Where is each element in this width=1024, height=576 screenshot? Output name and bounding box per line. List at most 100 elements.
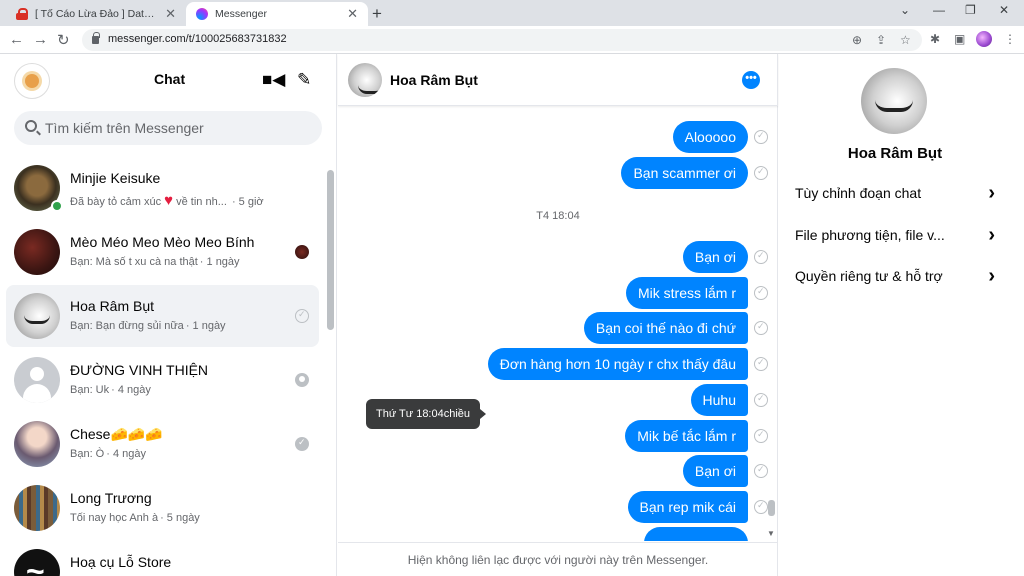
scroll-thumb[interactable]: [327, 170, 334, 330]
search-placeholder: Tìm kiếm trên Messenger: [45, 120, 204, 136]
menu-item-label: File phương tiện, file v...: [795, 227, 945, 243]
browser-toolbar: ← → ↻ messenger.com/t/100025683731832 ⊕ …: [0, 26, 1024, 54]
more-options-icon[interactable]: •••: [742, 71, 760, 89]
tab-title: Messenger: [215, 8, 267, 20]
message-bubble-partial: [644, 527, 748, 541]
conversation-preview: Tối nay học Anh à · 5 ngày: [70, 512, 200, 524]
new-tab-icon[interactable]: +: [372, 4, 382, 24]
close-tab-icon[interactable]: ✕: [165, 6, 176, 22]
conversation-preview: Bạn: Ò · 4 ngày: [70, 448, 146, 460]
search-input[interactable]: Tìm kiếm trên Messenger: [14, 111, 322, 145]
avatar: [14, 421, 60, 467]
conversation-meo[interactable]: Mèo Méo Meo Mèo Meo Bính Bạn: Mà số t xu…: [6, 221, 319, 283]
conversation-name: Chese🧀🧀🧀: [70, 426, 163, 442]
zoom-icon[interactable]: ⊕: [852, 33, 862, 47]
profile-avatar[interactable]: [861, 68, 927, 134]
customize-chat-item[interactable]: Tùy chỉnh đoạn chat ›: [795, 178, 995, 208]
conversation-name: Mèo Méo Meo Mèo Meo Bính: [70, 234, 255, 250]
url-text[interactable]: messenger.com/t/100025683731832: [108, 33, 287, 45]
online-status-dot: [51, 200, 63, 212]
address-bar[interactable]: messenger.com/t/100025683731832 ⊕ ⇪ ☆: [82, 29, 922, 51]
avatar: [14, 485, 60, 531]
avatar: [14, 229, 60, 275]
minimize-icon[interactable]: —: [933, 3, 945, 17]
tab-messenger[interactable]: Messenger ✕: [186, 2, 368, 26]
delivered-check-icon: [295, 437, 309, 451]
profile-name: Hoa Râm Bụt: [847, 145, 943, 162]
message-bubble[interactable]: Mik bế tắc lắm r: [625, 420, 748, 452]
conversation-long[interactable]: Long Trương Tối nay học Anh à · 5 ngày: [6, 477, 319, 539]
conversation-panel: Hoa Râm Bụt ••• Alooooo Bạn scammer ơi T…: [338, 54, 778, 576]
privacy-support-item[interactable]: Quyền riêng tư & hỗ trợ ›: [795, 261, 995, 291]
bookmark-star-icon[interactable]: ☆: [900, 33, 911, 47]
unavailable-notice: Hiện không liên lạc được với người này t…: [338, 542, 778, 576]
search-icon: [25, 120, 37, 132]
conversation-name: Hoa Râm Bụt: [70, 298, 155, 314]
conversation-name: Long Trương: [70, 490, 152, 506]
conversation-hoacu[interactable]: Hoạ cụ Lỗ Store: [6, 541, 319, 576]
video-call-icon[interactable]: ■◀: [262, 70, 285, 90]
details-panel: Hoa Râm Bụt Tùy chỉnh đoạn chat › File p…: [779, 54, 1024, 576]
chevron-right-icon: ›: [988, 223, 995, 246]
chat-list-sidebar: Chat ■◀ ✎ Tìm kiếm trên Messenger Minjie…: [0, 54, 337, 576]
compose-icon[interactable]: ✎: [297, 70, 311, 90]
message-bubble[interactable]: Bạn ơi: [682, 455, 748, 487]
message-bubble[interactable]: Đơn hàng hơn 10 ngày r chx thấy đâu: [487, 348, 748, 380]
side-panel-icon[interactable]: ▣: [954, 32, 965, 46]
chevron-right-icon: ›: [988, 181, 995, 204]
conversation-preview: Bạn: Bạn đừng sủi nữa · 1 ngày: [70, 320, 226, 332]
conversation-preview: Bạn: Mà số t xu cà na thật · 1 ngày: [70, 256, 240, 268]
heart-reaction-icon: ♥: [164, 192, 174, 209]
chevron-right-icon: ›: [988, 264, 995, 287]
seen-user-icon: [295, 373, 309, 387]
profile-avatar[interactable]: [976, 31, 992, 47]
timestamp-tooltip: Thứ Tư 18:04chiều: [366, 399, 487, 429]
message-bubble[interactable]: Bạn scammer ơi: [621, 157, 748, 189]
forward-icon[interactable]: →: [33, 31, 48, 48]
tab-scam-report[interactable]: [ Tố Cáo Lừa Đảo ] Data hệ thống ✕: [6, 2, 186, 26]
restore-icon[interactable]: ❐: [965, 3, 976, 17]
close-tab-icon[interactable]: ✕: [347, 6, 358, 22]
browser-menu-icon[interactable]: ⋮: [1004, 32, 1016, 46]
message-bubble[interactable]: Bạn coi thế nào đi chứ: [583, 312, 748, 344]
message-scrollbar[interactable]: ▼: [766, 107, 776, 541]
conversation-minjie[interactable]: Minjie Keisuke Đã bày tỏ cảm xúc ♥ về ti…: [6, 157, 319, 219]
sidebar-scrollbar[interactable]: [326, 156, 335, 576]
sidebar-title: Chat: [154, 71, 186, 87]
menu-item-label: Tùy chỉnh đoạn chat: [795, 185, 922, 201]
message-bubble[interactable]: Alooooo: [672, 121, 748, 153]
contact-name[interactable]: Hoa Râm Bụt: [390, 72, 478, 88]
lock-favicon-icon: [16, 8, 28, 20]
back-icon[interactable]: ←: [9, 31, 24, 48]
message-bubble[interactable]: Huhu: [690, 384, 748, 416]
reload-icon[interactable]: ↻: [57, 31, 70, 49]
media-files-item[interactable]: File phương tiện, file v... ›: [795, 220, 995, 250]
message-bubble[interactable]: Mik stress lắm r: [626, 277, 748, 309]
avatar: [14, 549, 60, 576]
tab-title: [ Tố Cáo Lừa Đảo ] Data hệ thống: [35, 8, 159, 20]
conversation-header: Hoa Râm Bụt •••: [338, 54, 778, 106]
message-bubble[interactable]: Bạn ơi: [682, 241, 748, 273]
scroll-down-icon[interactable]: ▼: [767, 529, 775, 538]
default-avatar-icon: [14, 357, 60, 403]
sun-logo-icon: [25, 74, 39, 88]
close-window-icon[interactable]: ✕: [999, 3, 1009, 17]
browser-tab-bar: [ Tố Cáo Lừa Đảo ] Data hệ thống ✕ Messe…: [0, 0, 1024, 26]
conversation-preview: Đã bày tỏ cảm xúc ♥ về tin nh... · 5 giờ: [70, 192, 264, 209]
conversation-duong[interactable]: ĐƯỜNG VINH THIỆN Bạn: Uk · 4 ngày: [6, 349, 319, 411]
timestamp: T4 18:04: [536, 210, 580, 222]
extensions-icon[interactable]: ✱: [930, 32, 940, 46]
conversation-chese[interactable]: Chese🧀🧀🧀 Bạn: Ò · 4 ngày: [6, 413, 319, 475]
menu-item-label: Quyền riêng tư & hỗ trợ: [795, 268, 943, 284]
share-icon[interactable]: ⇪: [876, 33, 886, 47]
contact-avatar[interactable]: [348, 63, 382, 97]
conversation-preview: Bạn: Uk · 4 ngày: [70, 384, 151, 396]
user-avatar[interactable]: [14, 63, 50, 99]
tab-search-icon[interactable]: ⌄: [900, 3, 910, 17]
scroll-thumb[interactable]: [768, 500, 775, 516]
messenger-favicon-icon: [196, 8, 208, 20]
message-bubble[interactable]: Bạn rep mik cái: [627, 491, 748, 523]
avatar: [14, 293, 60, 339]
conversation-hoa[interactable]: Hoa Râm Bụt Bạn: Bạn đừng sủi nữa · 1 ngà…: [6, 285, 319, 347]
conversation-name: ĐƯỜNG VINH THIỆN: [70, 362, 209, 378]
